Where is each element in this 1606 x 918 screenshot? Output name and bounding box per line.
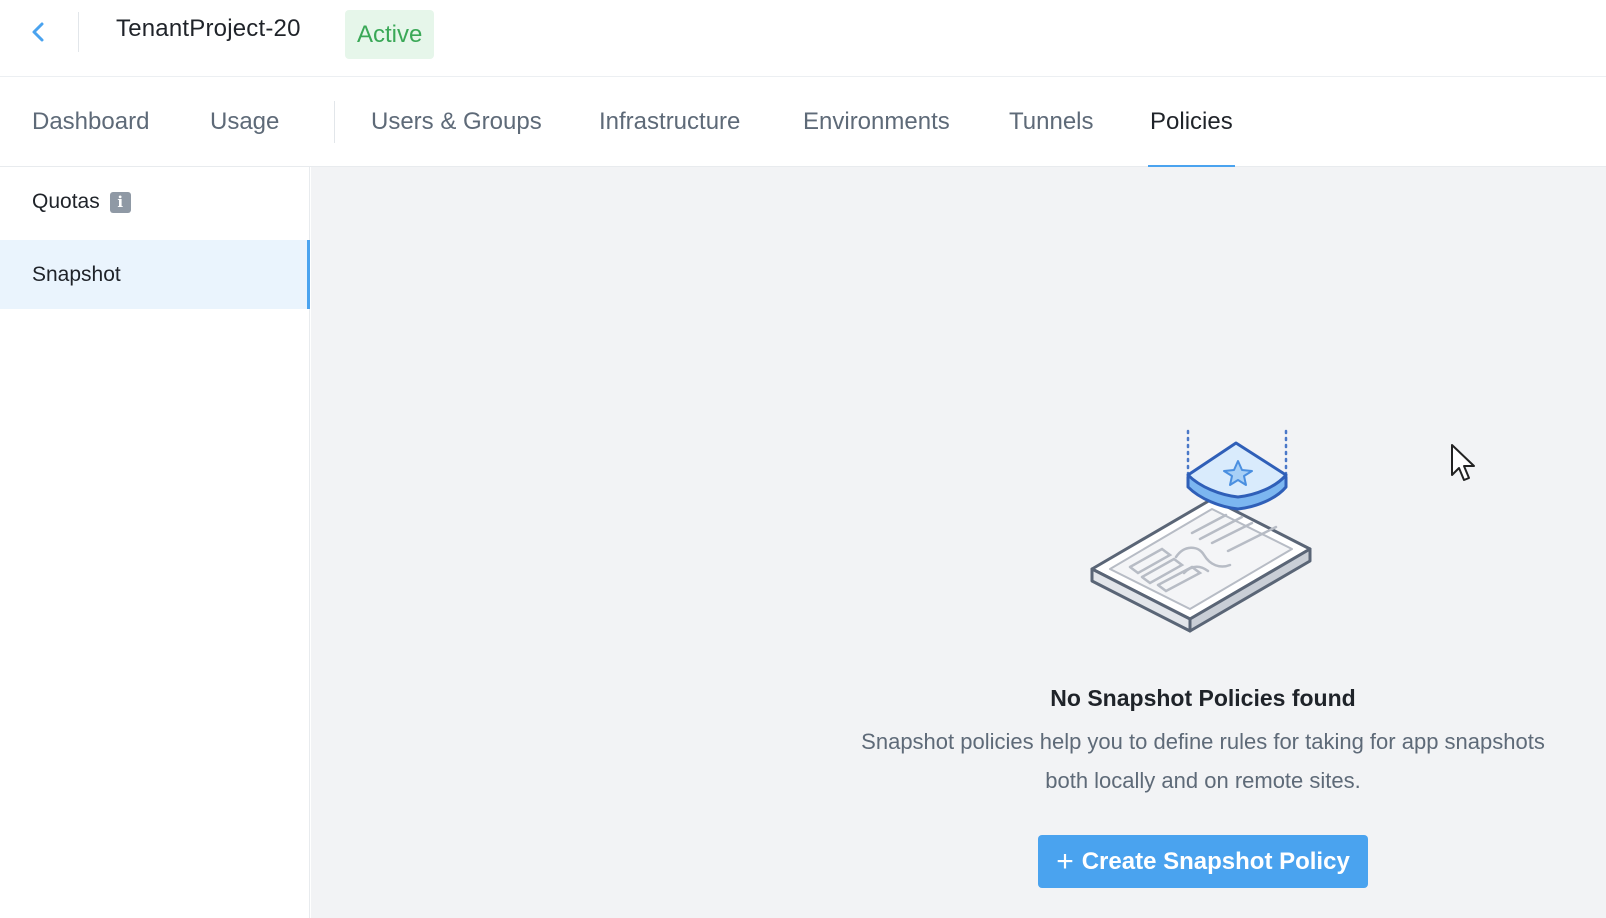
status-badge: Active: [345, 10, 435, 59]
tab-usage[interactable]: Usage: [210, 77, 279, 167]
tab-users-groups[interactable]: Users & Groups: [371, 77, 542, 167]
tab-divider: [334, 101, 335, 143]
sidebar-item-label: Snapshot: [32, 262, 121, 286]
tab-environments[interactable]: Environments: [803, 77, 950, 167]
empty-state-title: No Snapshot Policies found: [1050, 685, 1356, 711]
project-title: TenantProject-20: [116, 15, 301, 42]
sidebar: Quotas i Snapshot: [0, 167, 310, 918]
tab-policies[interactable]: Policies: [1148, 77, 1235, 168]
sidebar-item-quotas[interactable]: Quotas i: [0, 167, 310, 237]
sidebar-item-snapshot[interactable]: Snapshot: [0, 240, 310, 309]
tab-dashboard[interactable]: Dashboard: [32, 77, 149, 167]
plus-icon: +: [1056, 844, 1074, 878]
back-button[interactable]: [22, 16, 54, 48]
top-bar: TenantProject-20 Active: [0, 0, 1606, 77]
empty-state-description: Snapshot policies help you to define rul…: [861, 729, 1545, 793]
tab-infrastructure[interactable]: Infrastructure: [599, 77, 740, 167]
tab-bar: Dashboard Usage Users & Groups Infrastru…: [0, 77, 1606, 168]
tab-tunnels[interactable]: Tunnels: [1009, 77, 1094, 167]
create-snapshot-policy-label: Create Snapshot Policy: [1081, 847, 1350, 875]
main-content: [311, 167, 1606, 918]
sidebar-item-label: Quotas: [32, 190, 100, 213]
snapshot-policy-illustration-icon: [1090, 429, 1312, 633]
info-icon[interactable]: i: [109, 191, 131, 213]
header-divider: [78, 12, 79, 52]
create-snapshot-policy-button[interactable]: + Create Snapshot Policy: [1038, 835, 1368, 888]
mouse-pointer-icon: [1451, 444, 1475, 481]
chevron-left-icon: [32, 22, 44, 42]
